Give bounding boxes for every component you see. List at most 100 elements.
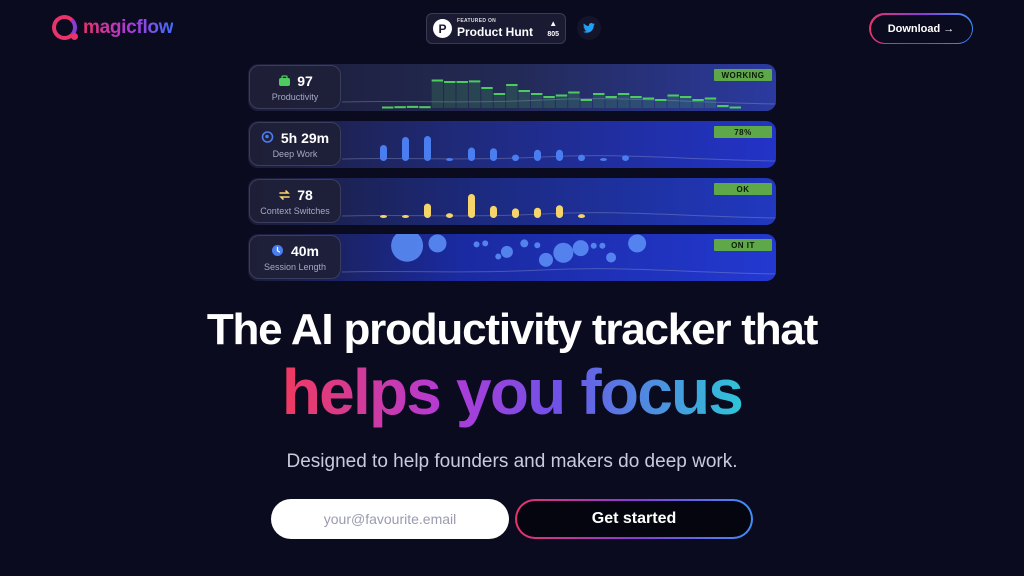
metric-box: 78 Context Switches [249,179,341,223]
productivity-bar [406,105,419,108]
metric-bar [512,208,519,218]
session-bubble [495,253,502,260]
upvote-arrow-icon: ▲ [549,18,558,28]
headline: The AI productivity tracker that [206,305,819,354]
metric-chart [342,234,776,275]
metric-chart [342,79,776,109]
productivity-bar [630,96,642,98]
productivity-bar [456,81,468,83]
session-bubble [606,252,617,263]
metric-value: 97 [297,72,313,89]
metric-bar [556,149,563,161]
metric-bar [468,147,475,161]
metric-bar [380,215,387,218]
metric-bar [424,203,431,218]
focus-word-helps: helps [281,356,441,428]
switch-arrows-icon [277,188,291,202]
briefcase-icon [277,74,291,88]
session-bubble [473,241,480,248]
metric-value: 5h 29m [280,129,330,146]
metric-bar [578,154,585,161]
metric-label: Productivity [271,91,319,102]
download-button[interactable]: Download → [869,13,973,44]
metric-bar [556,205,563,218]
status-badge: WORKING [714,69,772,81]
metric-box: 5h 29m Deep Work [249,122,341,166]
session-bubble [391,234,424,262]
metric-bar [578,214,585,218]
session-bubble [590,242,597,249]
metric-bar [468,194,475,218]
logo-mark-icon [52,15,78,40]
session-bubble [482,240,489,247]
metric-bar [446,213,453,218]
download-label: Download → [870,14,972,43]
metric-box: 40m Session Length [249,235,341,279]
metric-bar [402,215,409,218]
productivity-bar [593,93,605,95]
clock-icon [271,244,285,258]
session-bubble [520,239,529,248]
metric-bar [622,155,629,161]
metric-bar [380,145,387,161]
metric-bar [490,148,497,161]
metric-panel-productivity: 97 Productivity WORKING [248,64,776,111]
metric-panel-context-switches: 78 Context Switches OK [248,178,776,225]
logo[interactable]: magicflow [52,15,174,40]
session-bubble [534,242,541,249]
session-bubble [538,252,553,267]
metric-bar [534,207,541,218]
productivity-bar [605,96,617,98]
twitter-icon[interactable] [577,16,601,40]
metric-bar [424,136,431,161]
focus-headline: helps you focus [0,360,1024,424]
productivity-bar [679,96,692,98]
product-hunt-votes: 805 [547,30,559,38]
head-icon [261,131,275,145]
metric-label: Context Switches [260,205,330,216]
session-bubble [572,240,589,257]
productivity-bar [382,106,394,109]
get-started-label: Get started [517,501,751,537]
productivity-bar [642,97,655,100]
logo-text: magicflow [83,16,174,38]
productivity-bar [518,90,530,92]
product-hunt-icon: P [433,19,452,38]
metric-bar [534,149,541,161]
productivity-bar [568,91,580,94]
metric-chart [342,136,776,162]
metric-label: Deep Work [272,148,318,159]
metric-value: 78 [297,186,313,203]
metric-bar [446,158,453,161]
productivity-bar [444,81,456,83]
get-started-button[interactable]: Get started [515,499,753,539]
productivity-bar [481,87,493,89]
productivity-bar [580,99,593,101]
productivity-bar [617,93,630,95]
metric-bar [402,137,409,161]
productivity-bar [717,105,729,107]
session-bubble [500,245,513,258]
productivity-bar [667,94,679,97]
metric-label: Session Length [263,261,327,272]
product-hunt-badge[interactable]: P FEATURED ON Product Hunt ▲ 805 [426,13,566,44]
email-field[interactable] [271,499,509,539]
session-bubble [628,234,647,253]
metric-chart [342,194,776,219]
productivity-bar [394,106,406,109]
status-badge: ON IT [714,239,772,251]
status-badge: 78% [714,126,772,138]
metric-bar [512,154,519,161]
tagline: Designed to help founders and makers do … [286,451,738,472]
productivity-bar [493,93,506,95]
productivity-bar [543,96,555,98]
productivity-bar [729,106,741,109]
session-bubble [428,234,447,253]
productivity-bar [506,84,518,86]
product-hunt-name: Product Hunt [457,25,533,39]
productivity-bar [704,97,717,100]
productivity-bar [431,79,444,82]
status-badge: OK [714,183,772,195]
productivity-bar [530,93,543,95]
metric-box: 97 Productivity [249,65,341,109]
